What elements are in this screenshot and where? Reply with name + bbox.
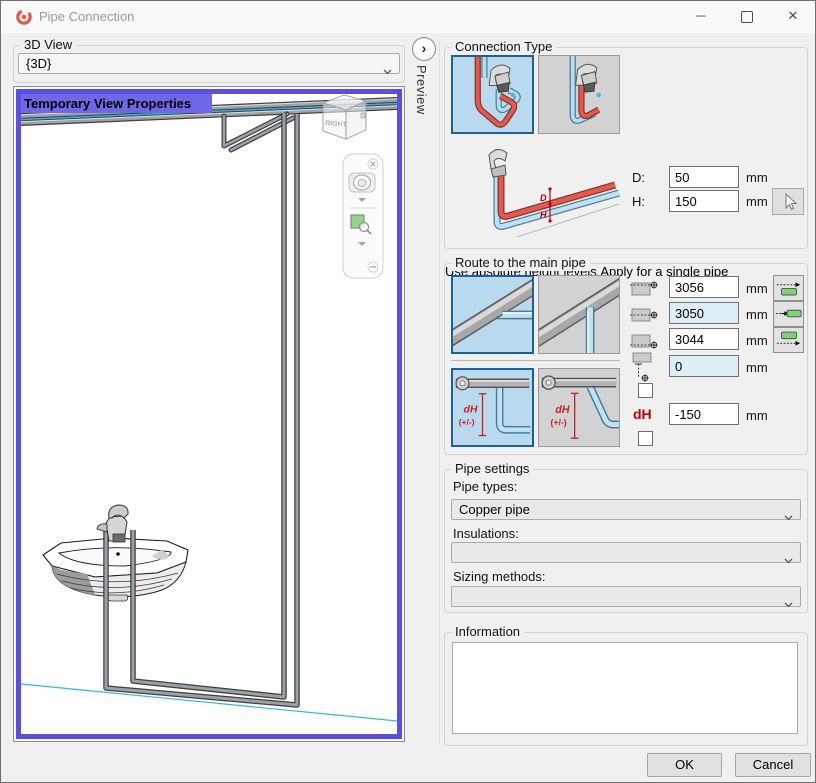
diagram-h-letter: H [540,210,547,220]
pipe-types-select[interactable]: Copper pipe [451,499,801,520]
title-bar: Pipe Connection ─ ✕ [1,1,815,33]
minimize-button[interactable]: ─ [679,1,723,33]
connection-type-label: Connection Type [451,39,556,55]
apply-single-pipe-checkbox[interactable] [638,431,653,446]
preview-tab-label: Preview [414,65,429,115]
pipe-settings-label: Pipe settings [451,461,533,477]
svg-text:(+/-): (+/-) [459,417,475,427]
height-top-input[interactable] [669,276,739,298]
align-center-icon [630,305,660,328]
connection-type-option-looped[interactable] [451,55,534,134]
route-option-horizontal-branch[interactable] [451,275,534,354]
connection-diagram: D H [447,147,622,245]
h-label: H: [632,194,645,209]
use-absolute-height-checkbox[interactable] [638,383,653,398]
h-unit: mm [746,194,768,209]
information-group: Information [444,632,808,746]
view-cube[interactable]: RIGHT [323,95,366,139]
chevron-down-icon [784,550,793,569]
offset-input[interactable] [669,355,739,377]
faucet [97,505,128,542]
maximize-button[interactable] [725,1,769,33]
svg-text:dH: dH [463,405,477,416]
panel-separator [439,39,440,745]
connection-type-group: Connection Type [444,47,808,249]
pipe-types-value: Copper pipe [459,502,530,517]
pipe-connection-dialog: Pipe Connection ─ ✕ 3D View {3D} [0,0,816,783]
chevron-down-icon [784,507,793,526]
height-center-input[interactable] [669,302,739,324]
connect-below-icon [774,328,803,352]
depth-offset-icon [631,352,661,385]
route-option-drop-diagonal[interactable]: dH (+/-) [538,368,620,447]
connect-above-button[interactable] [773,275,804,301]
pick-cursor-icon [773,189,803,214]
window-title: Pipe Connection [39,1,134,33]
connect-below-button[interactable] [773,327,804,353]
app-icon [15,8,33,29]
information-label: Information [451,624,524,640]
route-option-drop-elbow[interactable]: dH (+/-) [451,368,534,447]
3d-view-group-label: 3D View [20,37,76,53]
diagram-d-letter: D [540,193,547,203]
sizing-methods-select[interactable] [451,586,801,607]
d-unit: mm [746,170,768,185]
3d-viewport[interactable]: RIGHT [16,89,402,739]
chevron-down-icon [383,61,392,80]
pipe-settings-group: Pipe settings Pipe types: Copper pipe In… [444,469,808,613]
3d-view-select[interactable]: {3D} [18,53,400,74]
supply-pipe-loops [106,113,297,705]
viewport-banner: Temporary View Properties [21,94,212,113]
route-group: Route to the main pipe [444,263,808,455]
sizing-methods-label: Sizing methods: [453,569,546,584]
route-thumbs-divider [451,360,620,361]
3d-viewport-frame: RIGHT [13,86,405,742]
connect-above-icon [774,276,803,300]
ok-button[interactable]: OK [647,753,722,777]
information-textarea[interactable] [452,642,798,734]
connect-center-button[interactable] [773,301,804,327]
height-bottom-input[interactable] [669,328,739,350]
expand-preview-button[interactable]: › [412,37,436,61]
d-label: D: [632,170,645,185]
insulations-label: Insulations: [453,526,519,541]
connection-type-option-straight[interactable] [538,55,620,134]
svg-text:dH: dH [555,404,569,416]
align-top-icon [630,279,660,302]
insulations-select[interactable] [451,542,801,563]
navigation-toolbar [343,154,383,278]
d-input[interactable] [669,166,739,188]
sink [43,538,188,601]
route-group-label: Route to the main pipe [451,255,590,271]
chevron-down-icon [784,594,793,613]
3d-view-group: 3D View {3D} [13,45,405,83]
dh-input[interactable] [669,403,739,425]
h-input[interactable] [669,190,739,212]
svg-text:(+/-): (+/-) [551,417,567,427]
steering-wheel-icon[interactable] [349,173,375,192]
dh-label: dH [633,406,652,422]
connect-center-icon [774,302,803,326]
pipe-types-label: Pipe types: [453,479,517,494]
cancel-button[interactable]: Cancel [735,753,811,777]
maximize-icon [741,11,753,23]
pick-point-button[interactable] [772,188,804,215]
3d-view-select-value: {3D} [26,56,51,71]
close-button[interactable]: ✕ [771,1,815,33]
align-bottom-icon [630,331,660,354]
3d-scene[interactable]: RIGHT [21,94,397,734]
route-option-vertical-branch[interactable] [538,275,620,354]
